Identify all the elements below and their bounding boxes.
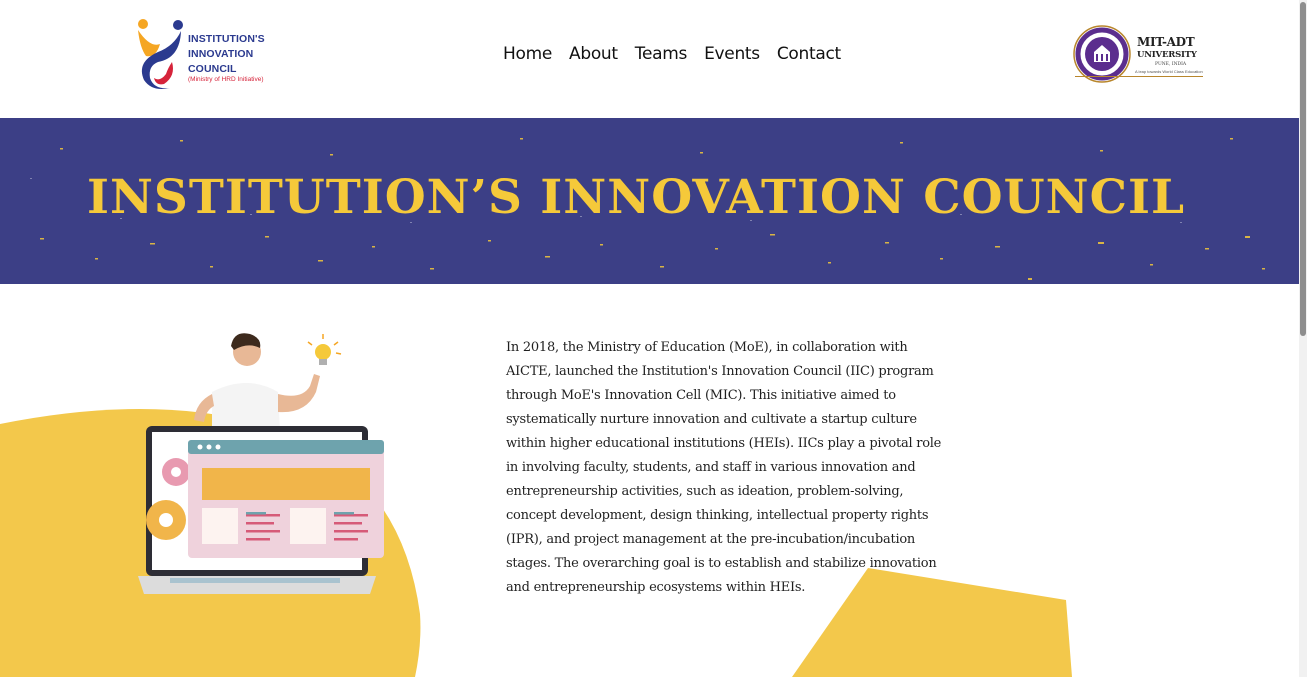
nav-about[interactable]: About	[569, 44, 618, 64]
mit-adt-underline	[1075, 76, 1203, 77]
about-section: In 2018, the Ministry of Education (MoE)…	[0, 284, 1299, 677]
banner-title: INSTITUTION’S INNOVATION COUNCIL	[86, 170, 1186, 225]
hero-banner: INSTITUTION’S INNOVATION COUNCIL	[0, 118, 1299, 284]
mit-adt-logo[interactable]: MIT-ADT UNIVERSITY PUNE, INDIA A leap to…	[1069, 24, 1209, 86]
iic-logo-line-2: INNOVATION	[188, 48, 254, 60]
nav-contact[interactable]: Contact	[777, 44, 841, 64]
mit-adt-university: UNIVERSITY	[1137, 50, 1197, 60]
iic-logo-line-1: INSTITUTION'S	[188, 33, 265, 45]
mit-adt-place: PUNE, INDIA	[1155, 62, 1187, 67]
iic-logo[interactable]: INSTITUTION'S INNOVATION COUNCIL (Minist…	[136, 18, 276, 92]
nav-events[interactable]: Events	[704, 44, 760, 64]
main-nav: Home About Teams Events Contact	[503, 44, 841, 64]
page-scrollbar[interactable]	[1299, 0, 1307, 677]
iic-logo-text: INSTITUTION'S INNOVATION COUNCIL	[188, 32, 265, 77]
iic-logo-line-3: COUNCIL	[188, 63, 237, 75]
mit-adt-name: MIT-ADT	[1137, 35, 1195, 49]
mit-adt-tagline: A leap towards World Class Education	[1135, 69, 1203, 74]
scrollbar-thumb[interactable]	[1300, 2, 1306, 336]
innovation-illustration-icon	[138, 333, 384, 594]
about-paragraph: In 2018, the Ministry of Education (MoE)…	[506, 336, 946, 600]
nav-home[interactable]: Home	[503, 44, 552, 64]
site-header: INSTITUTION'S INNOVATION COUNCIL (Minist…	[0, 0, 1299, 118]
nav-teams[interactable]: Teams	[635, 44, 688, 64]
about-paragraph-text: In 2018, the Ministry of Education (MoE)…	[506, 340, 942, 595]
iic-logo-mark-icon	[138, 19, 183, 89]
iic-logo-subtitle: (Ministry of HRD Initiative)	[188, 76, 264, 83]
